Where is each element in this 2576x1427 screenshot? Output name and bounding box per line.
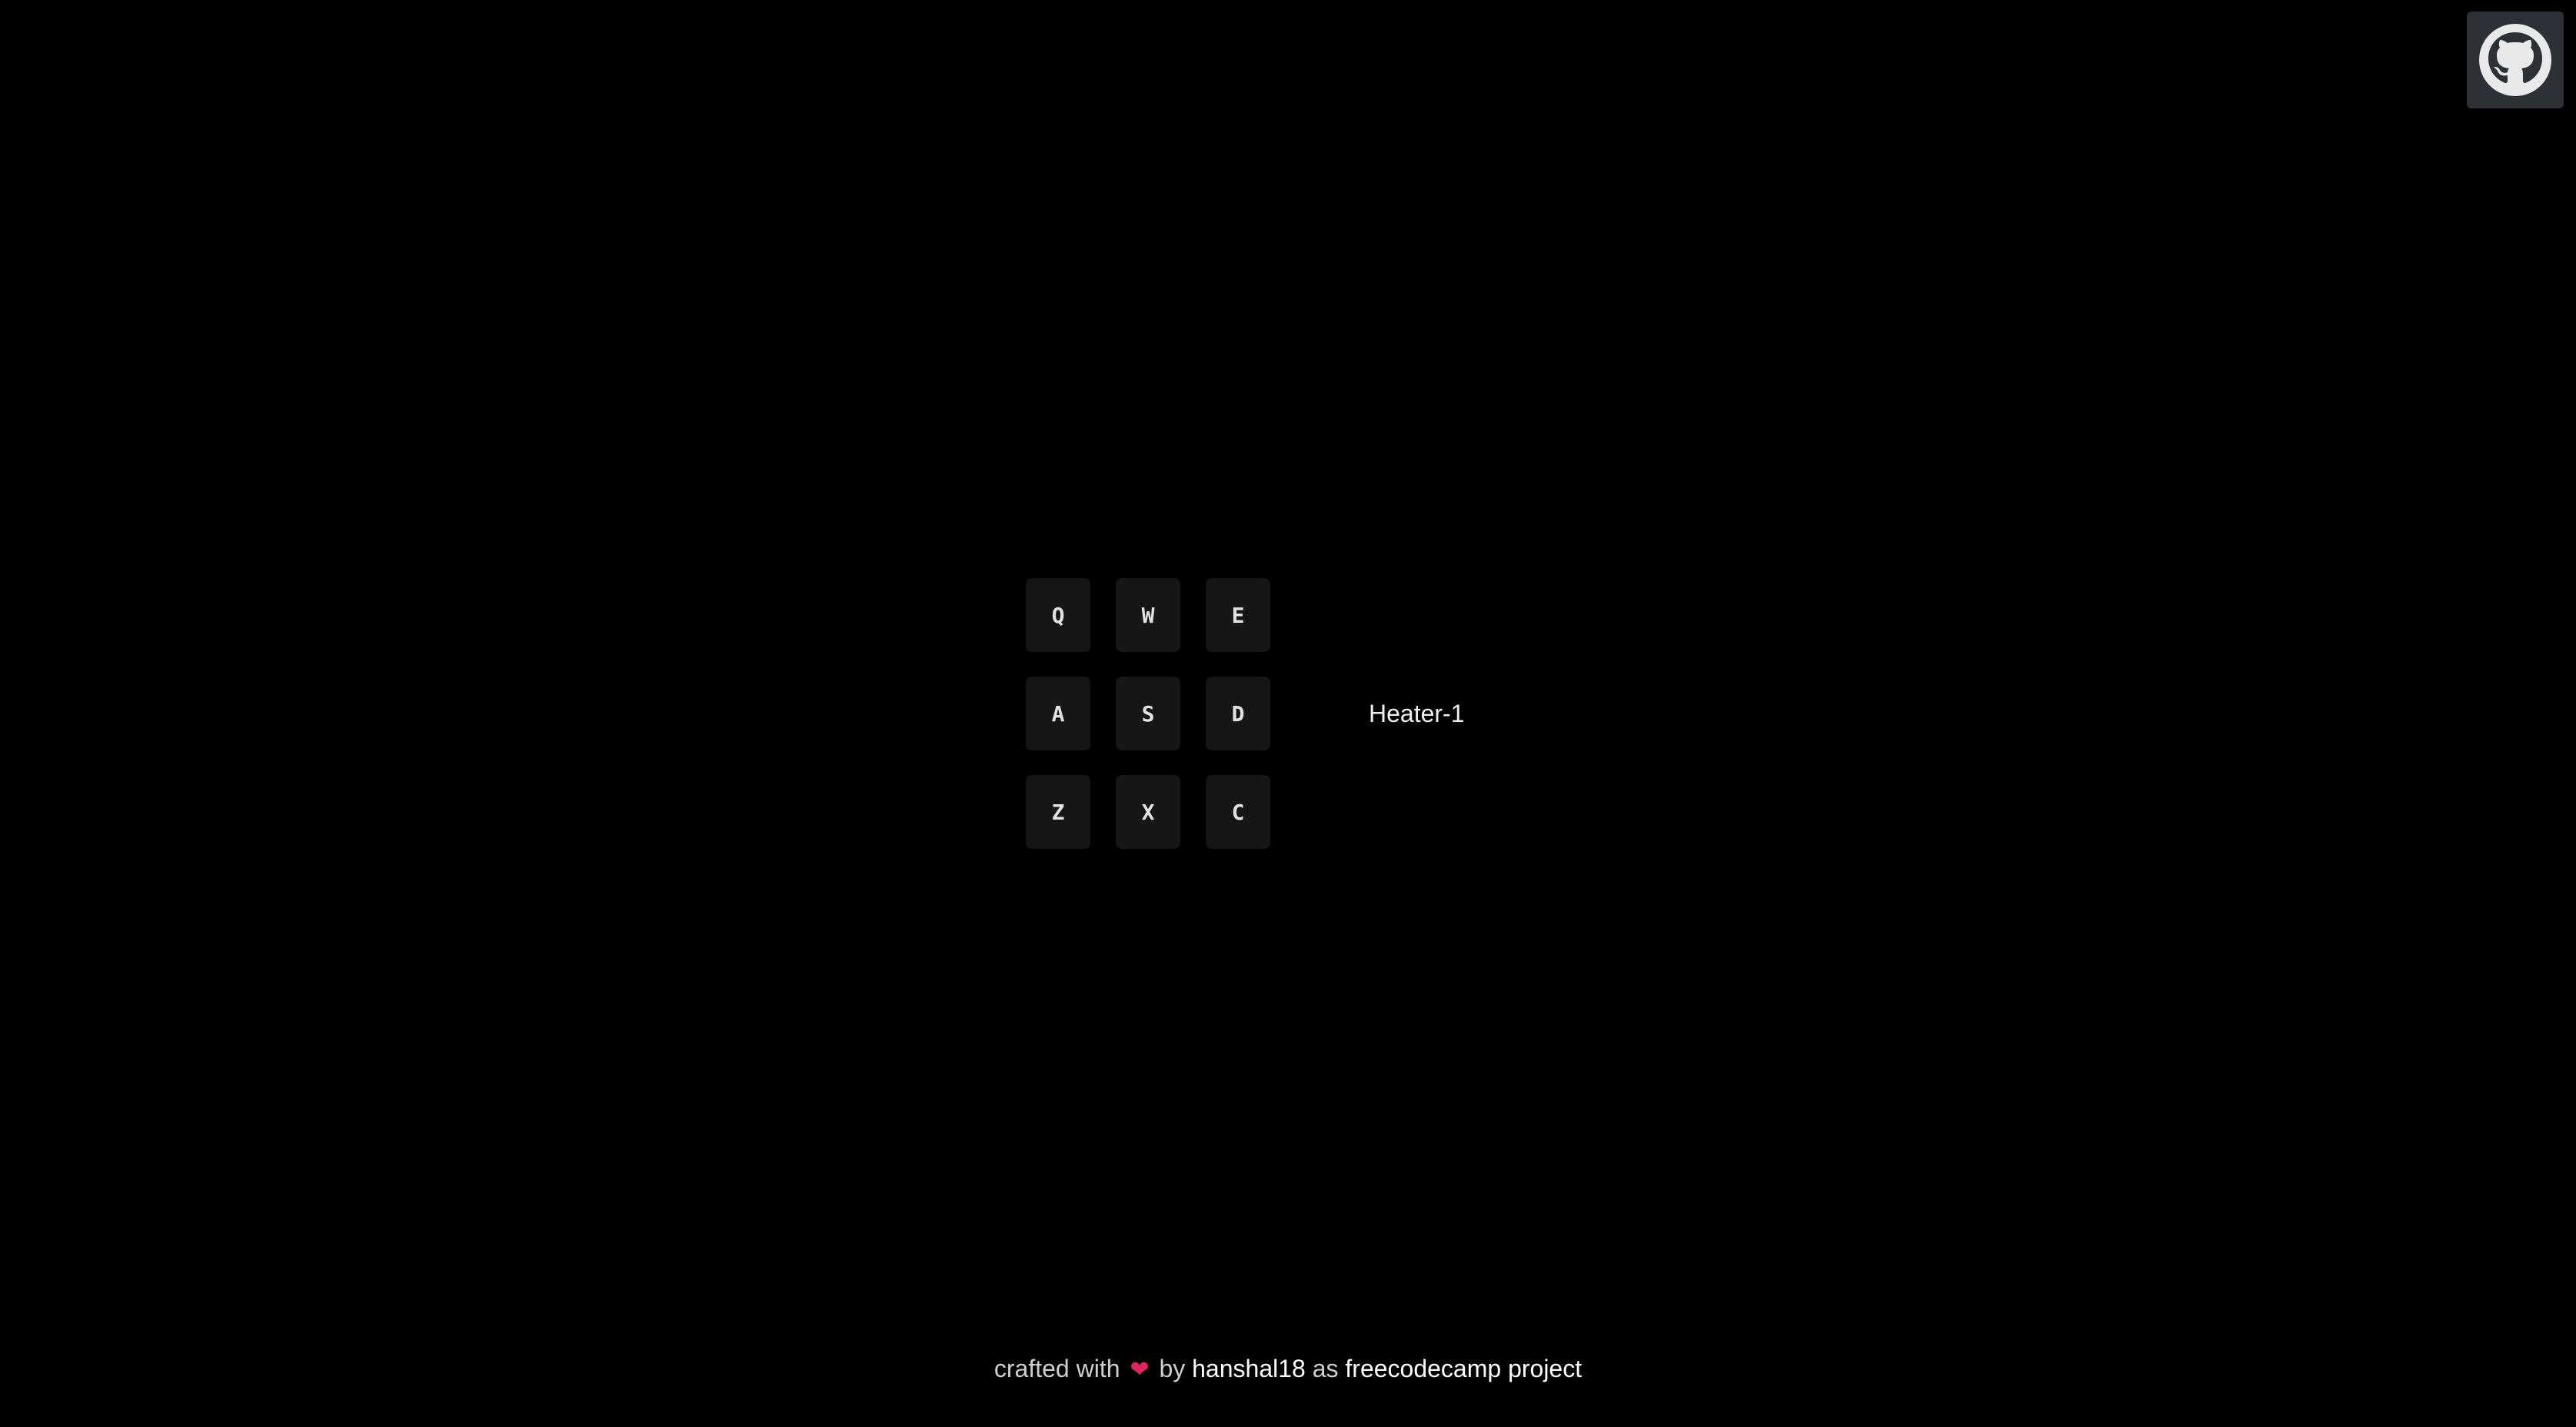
footer-as: as — [1312, 1355, 1339, 1382]
drum-pad-q[interactable]: Q — [1026, 578, 1090, 652]
author-link[interactable]: hanshal18 — [1192, 1355, 1306, 1382]
footer-by: by — [1159, 1355, 1186, 1382]
drum-pad-w[interactable]: W — [1116, 578, 1180, 652]
drum-pad-z[interactable]: Z — [1026, 775, 1090, 849]
footer-prefix: crafted with — [993, 1355, 1120, 1382]
project-link[interactable]: freecodecamp project — [1345, 1355, 1582, 1382]
sound-display: Heater-1 — [1369, 699, 1465, 727]
footer: crafted with ❤ by hanshal18 as freecodec… — [0, 1355, 2576, 1383]
drum-pad-e[interactable]: E — [1206, 578, 1270, 652]
heart-icon: ❤ — [1130, 1357, 1150, 1382]
github-octocat-icon — [2479, 24, 2551, 96]
drum-pad-s[interactable]: S — [1116, 677, 1180, 750]
drum-pad-d[interactable]: D — [1206, 677, 1270, 750]
drum-pad-grid: Q W E A S D Z X C — [1026, 578, 1270, 849]
github-link[interactable] — [2467, 12, 2564, 108]
drum-pad-x[interactable]: X — [1116, 775, 1180, 849]
drum-pad-c[interactable]: C — [1206, 775, 1270, 849]
drum-pad-a[interactable]: A — [1026, 677, 1090, 750]
page: Q W E A S D Z X C Heater-1 crafted with … — [0, 0, 2576, 1427]
drum-machine: Q W E A S D Z X C Heater-1 — [1026, 578, 1465, 849]
